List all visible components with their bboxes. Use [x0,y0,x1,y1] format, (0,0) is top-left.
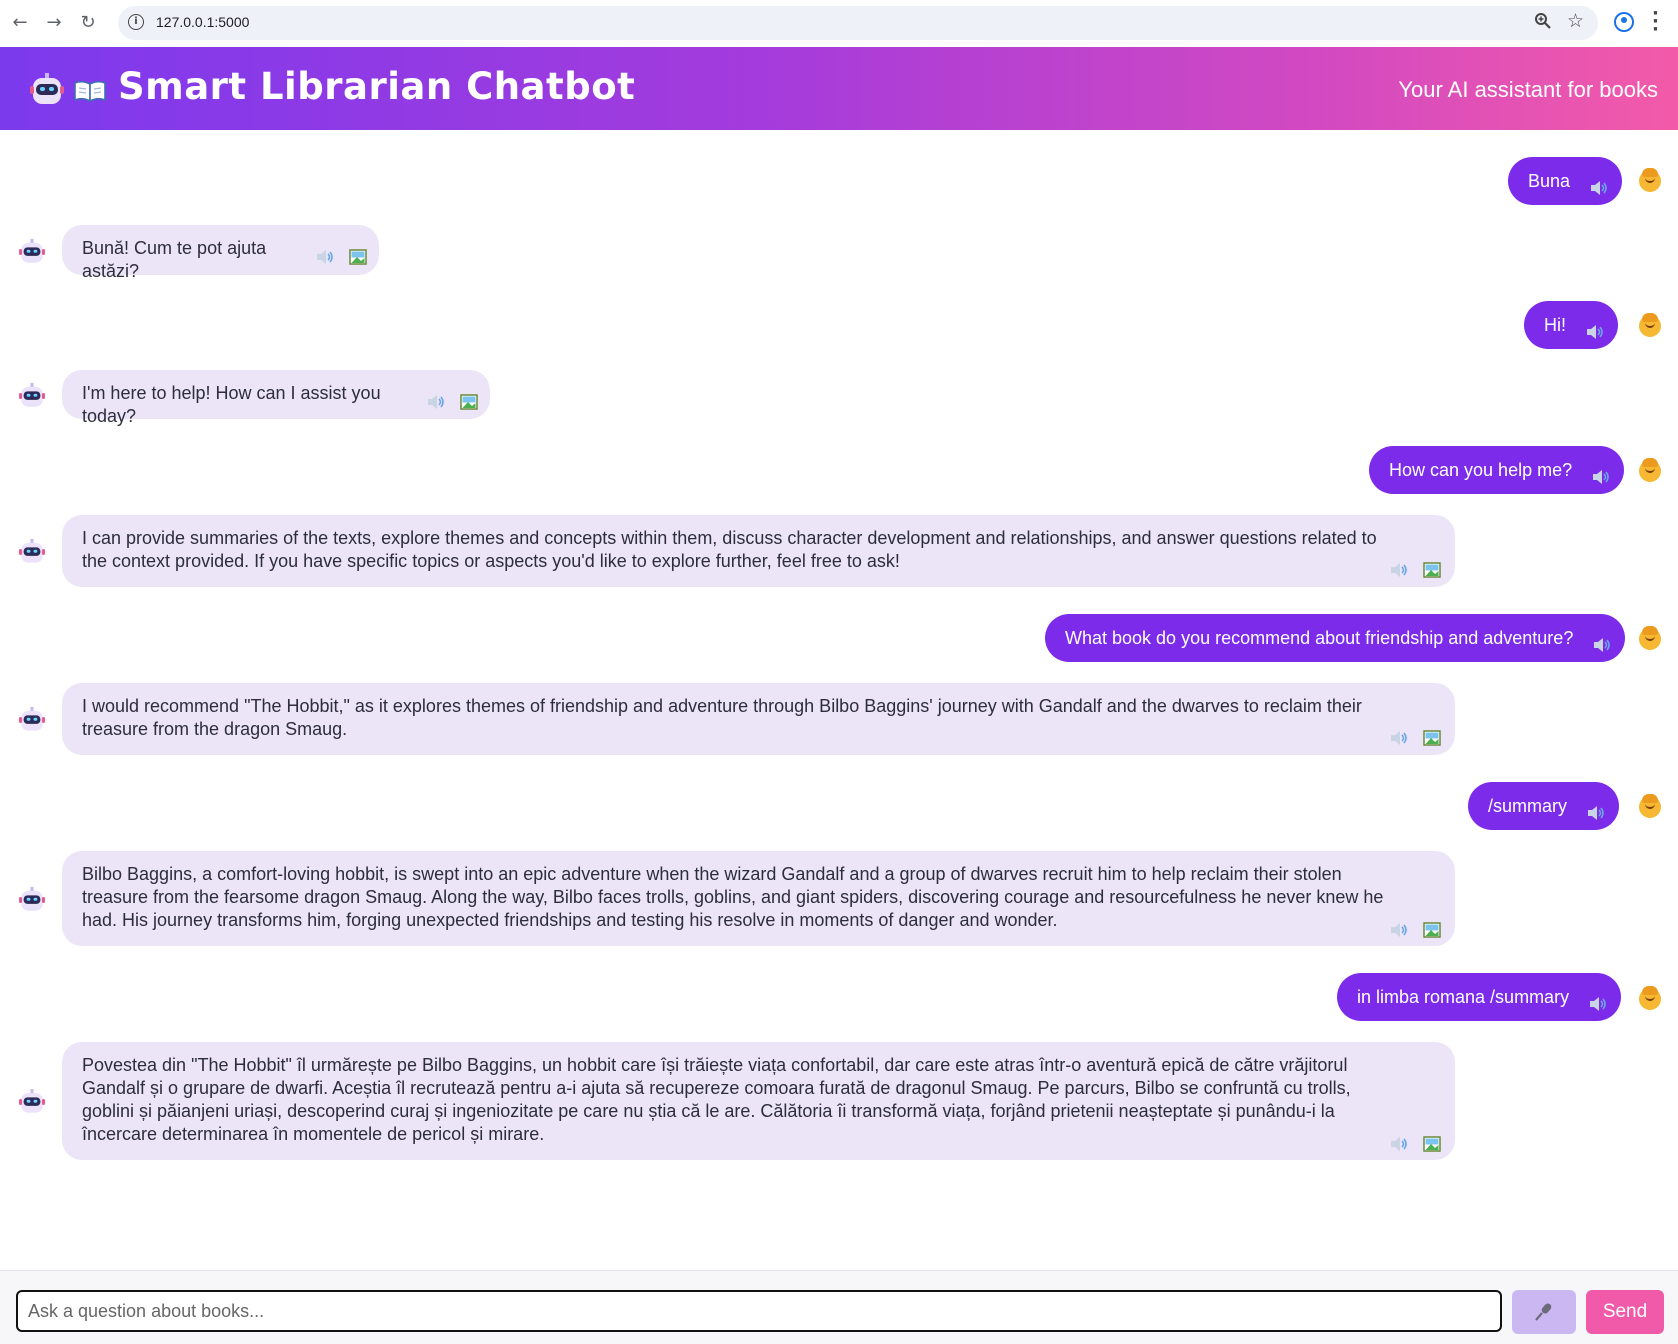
speaker-icon[interactable] [1593,638,1611,652]
image-icon[interactable] [349,249,367,265]
message-text: in limba romana /summary [1357,987,1570,1007]
image-icon[interactable] [1423,922,1441,938]
send-button[interactable]: Send [1586,1290,1664,1334]
speaker-icon[interactable] [316,250,334,264]
page-subtitle: Your AI assistant for books [1398,77,1658,102]
message-text: Bună! Cum te pot ajuta astăzi? [82,238,267,281]
microphone-icon [1535,1303,1552,1321]
user-message: Buna [1508,157,1623,205]
message-text: I'm here to help! How can I assist you t… [82,383,381,426]
message-text: /summary [1488,796,1568,816]
user-message: in limba romana /summary [1337,973,1622,1021]
message-text: Bilbo Baggins, a comfort-loving hobbit, … [82,864,1384,930]
url-text[interactable]: 127.0.0.1:5000 [156,14,249,30]
message-text: I would recommend "The Hobbit," as it ex… [82,696,1362,739]
user-avatar [1639,313,1661,337]
chat-input[interactable] [16,1290,1502,1332]
back-arrow-icon[interactable]: ← [8,11,32,35]
speaker-icon[interactable] [1390,923,1408,937]
reload-icon[interactable]: ↻ [76,11,100,35]
user-avatar [1639,458,1661,482]
image-icon[interactable] [1423,1136,1441,1152]
bot-avatar [19,383,45,407]
open-book-icon [74,80,106,103]
forward-arrow-icon[interactable]: → [42,11,66,35]
speaker-icon[interactable] [1587,806,1605,820]
app-header: Smart Librarian Chatbot Your AI assistan… [0,47,1678,130]
bot-avatar [19,887,45,911]
speaker-icon[interactable] [1590,181,1608,195]
profile-icon[interactable] [1614,12,1634,32]
user-avatar [1639,168,1661,192]
user-avatar [1639,626,1661,650]
bot-message: Povestea din "The Hobbit" îl urmărește p… [62,1042,1455,1160]
mic-button[interactable] [1512,1290,1576,1334]
bot-message: Bilbo Baggins, a comfort-loving hobbit, … [62,851,1455,946]
user-avatar [1639,794,1661,818]
speaker-icon[interactable] [427,395,445,409]
speaker-icon[interactable] [1592,470,1610,484]
address-bar[interactable]: i 127.0.0.1:5000 ☆ [118,6,1598,40]
image-icon[interactable] [1423,562,1441,578]
menu-icon[interactable]: · · · [1652,5,1659,39]
speaker-icon[interactable] [1586,325,1604,339]
info-icon[interactable]: i [128,14,144,30]
user-avatar [1639,986,1661,1010]
bot-avatar [19,239,45,263]
bot-message: I would recommend "The Hobbit," as it ex… [62,683,1455,755]
bot-avatar [19,539,45,563]
message-text: Hi! [1544,315,1566,335]
user-message: How can you help me? [1369,446,1625,494]
bot-avatar [19,707,45,731]
message-text: How can you help me? [1389,460,1573,480]
zoom-icon[interactable] [1534,12,1552,34]
user-message: /summary [1468,782,1620,830]
input-bar: Send [0,1270,1678,1344]
message-text: Povestea din "The Hobbit" îl urmărește p… [82,1055,1351,1144]
image-icon[interactable] [1423,730,1441,746]
user-message: What book do you recommend about friends… [1045,614,1626,662]
message-text: Buna [1528,171,1571,191]
speaker-icon[interactable] [1390,731,1408,745]
speaker-icon[interactable] [1390,563,1408,577]
speaker-icon[interactable] [1589,997,1607,1011]
page-title: Smart Librarian Chatbot [118,65,636,108]
browser-toolbar: ← → ↻ i 127.0.0.1:5000 ☆ · · · [0,0,1678,48]
image-icon[interactable] [460,394,478,410]
star-icon[interactable]: ☆ [1567,10,1584,32]
robot-icon [30,73,64,111]
bot-avatar [19,1089,45,1113]
message-text: What book do you recommend about friends… [1065,628,1574,648]
bot-message: Bună! Cum te pot ajuta astăzi? [62,225,379,281]
user-message: Hi! [1524,301,1618,349]
message-text: I can provide summaries of the texts, ex… [82,528,1377,571]
speaker-icon[interactable] [1390,1137,1408,1151]
bot-message: I'm here to help! How can I assist you t… [62,370,490,426]
bot-message: I can provide summaries of the texts, ex… [62,515,1455,587]
